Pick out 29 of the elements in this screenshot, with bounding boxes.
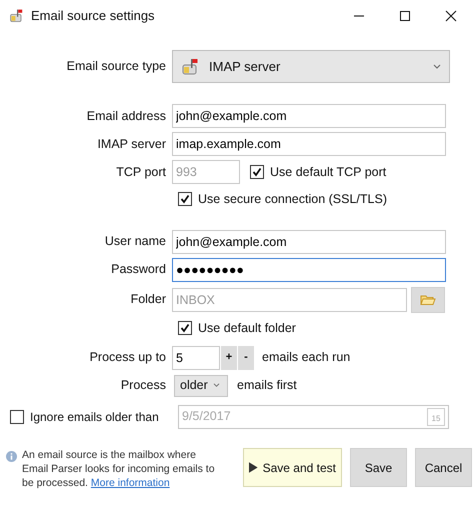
field-label: Folder	[130, 292, 166, 306]
checkbox-label[interactable]: Use default folder	[198, 318, 296, 338]
password-field[interactable]: ●●●●●●●●●	[172, 258, 446, 282]
field-label: TCP port	[116, 164, 166, 179]
more-information-link[interactable]: More information	[90, 477, 170, 489]
field-suffix: emails each run	[262, 349, 350, 366]
field-label: IMAP server	[97, 136, 166, 151]
field-label: Password	[111, 262, 166, 276]
process-count-field[interactable]: 5	[172, 346, 220, 370]
field-suffix: emails first	[237, 377, 297, 394]
dialog-button[interactable]: Save and test	[243, 448, 342, 487]
dialog-button[interactable]: Cancel	[415, 448, 472, 487]
increment-button[interactable]: +	[221, 346, 237, 370]
info-text: An email source is the mailbox where Email Parser looks for incoming emails to be processed. More information	[22, 448, 216, 490]
order-dropdown[interactable]: older	[174, 374, 228, 396]
user-name-field[interactable]: john@example.com	[172, 230, 446, 254]
window-title: Email source settings	[31, 7, 155, 26]
dialog-button[interactable]: Save	[350, 448, 407, 487]
decrement-button[interactable]: -	[238, 346, 254, 370]
field-label: Email address	[86, 108, 166, 123]
field-label: Email source type	[66, 59, 166, 74]
field-label: User name	[104, 234, 166, 248]
field-label: Process	[120, 378, 166, 392]
checkbox-label[interactable]: Use default TCP port	[270, 162, 386, 182]
imap-server-field[interactable]: imap.example.com	[172, 132, 446, 156]
field-label: Process up to	[90, 350, 166, 364]
email-address-field[interactable]: john@example.com	[172, 104, 446, 128]
checkbox-label[interactable]: Use secure connection (SSL/TLS)	[198, 190, 387, 209]
source-type-dropdown[interactable]: IMAP server	[172, 50, 450, 83]
